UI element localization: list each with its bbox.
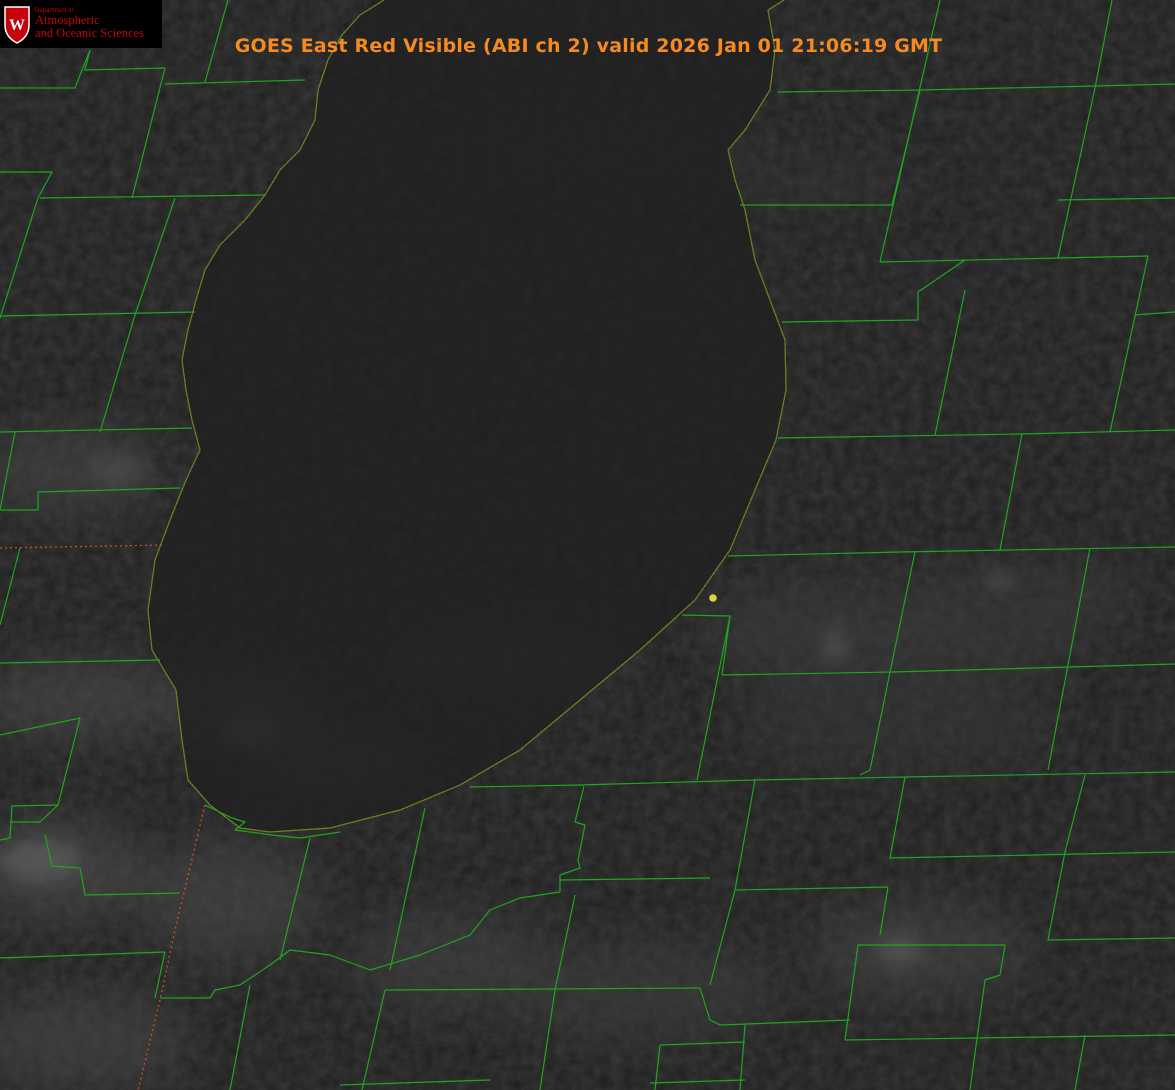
station-marker: [709, 594, 717, 602]
logo: W Department of Atmospheric and Oceanic …: [0, 0, 162, 48]
title-text: GOES East Red Visible (ABI ch 2) valid 2…: [234, 35, 943, 57]
logo-line-2: and Oceanic Sciences: [35, 26, 144, 40]
crest-letter: W: [9, 17, 25, 34]
page-title: GOES East Red Visible (ABI ch 2) valid 2…: [0, 35, 1175, 57]
uw-crest-icon: W: [4, 6, 30, 44]
satellite-map: [0, 0, 1175, 1090]
